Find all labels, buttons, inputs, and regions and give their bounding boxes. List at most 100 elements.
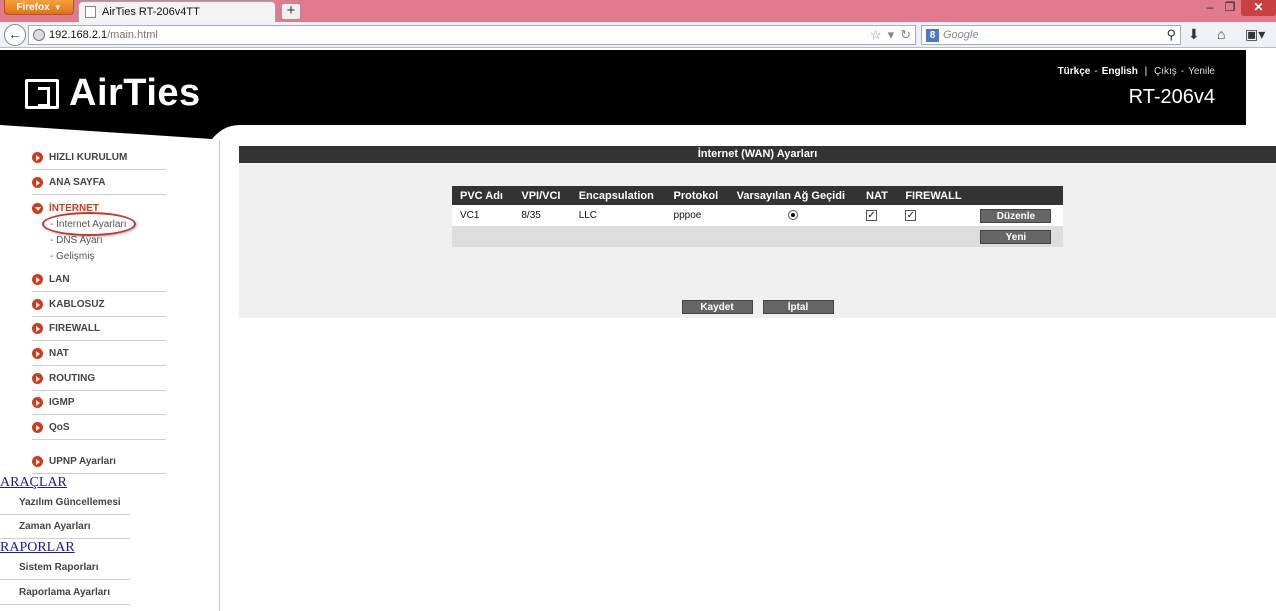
- device-model: RT-206v4: [1128, 86, 1215, 108]
- sidebar-item-igmp[interactable]: IGMP: [32, 391, 166, 415]
- save-button[interactable]: Kaydet: [681, 300, 753, 314]
- column-header: [972, 186, 1063, 205]
- sidebar-item-sistem-raporlari[interactable]: Sistem Raporları: [0, 556, 130, 580]
- firewall-checkbox[interactable]: ✓: [905, 209, 917, 221]
- back-arrow-icon[interactable]: ←: [4, 24, 26, 46]
- menu-icon[interactable]: ▣▾: [1245, 26, 1265, 43]
- arrow-right-icon: [32, 422, 43, 433]
- sidebar-item-ana-sayfa[interactable]: ANA SAYFA: [32, 171, 166, 195]
- sidebar-item-routing[interactable]: ROUTING: [32, 367, 166, 391]
- sidebar-item-label: UPNP Ayarları: [49, 456, 116, 467]
- column-header: PVC Adı: [452, 186, 514, 205]
- new-tab-button[interactable]: +: [281, 3, 301, 20]
- raporlar-heading-link[interactable]: RAPORLAR: [0, 540, 75, 556]
- new-button[interactable]: Yeni: [980, 229, 1052, 244]
- download-icon[interactable]: ⬇: [1188, 26, 1200, 43]
- lang-english-link[interactable]: English: [1102, 66, 1138, 77]
- search-bar[interactable]: 8 Google ⚲: [921, 25, 1181, 45]
- sidebar-item-label: ROUTING: [49, 373, 96, 384]
- form-buttons: Kaydet İptal: [239, 300, 1276, 314]
- url-path: /main.html: [107, 29, 158, 41]
- arrow-right-icon: [32, 373, 43, 384]
- lang-turkish-link[interactable]: Türkçe: [1058, 66, 1091, 77]
- column-header: VPI/VCI: [513, 186, 571, 205]
- edit-cell: Düzenle: [972, 205, 1063, 226]
- chevron-down-icon: ▼: [53, 2, 62, 12]
- minimize-icon[interactable]: –: [1200, 0, 1220, 16]
- url-host: 192.168.2.1: [49, 29, 108, 41]
- sidebar-item-yazilim-guncellemesi[interactable]: Yazılım Güncellemesi: [0, 491, 130, 515]
- url-tools: ☆ ▾ ↻: [870, 27, 911, 43]
- table-header-row: PVC Adı VPI/VCI Encapsulation Protokol V…: [452, 186, 1063, 205]
- separator: |: [1141, 66, 1150, 77]
- dropdown-icon[interactable]: ▾: [888, 27, 895, 43]
- airties-logo: AirTies: [25, 72, 201, 115]
- browser-tab-bar: Firefox ▼ AirTies RT-206v4TT + – ❐ ✕: [0, 0, 1276, 22]
- page-title: İnternet (WAN) Ayarları: [239, 146, 1276, 163]
- sidebar-item-qos[interactable]: QoS: [32, 416, 166, 440]
- sidebar-item-firewall[interactable]: FIREWALL: [32, 317, 166, 341]
- column-header: Protokol: [665, 186, 729, 205]
- arrow-right-icon: [32, 397, 43, 408]
- new-cell: Yeni: [972, 226, 1063, 247]
- column-header: FIREWALL: [897, 186, 973, 205]
- protocol-value: pppoe: [665, 205, 729, 226]
- nat-checkbox[interactable]: ✓: [866, 209, 878, 221]
- page-icon: [85, 6, 96, 18]
- wan-settings-panel: İnternet (WAN) Ayarları PVC Adı VPI/VCI …: [239, 146, 1276, 318]
- star-icon[interactable]: ☆: [870, 27, 882, 43]
- sidebar-item-upnp[interactable]: UPNP Ayarları: [32, 450, 166, 474]
- arrow-right-icon: [32, 299, 43, 310]
- firefox-menu-button[interactable]: Firefox ▼: [4, 0, 74, 15]
- cancel-button[interactable]: İptal: [762, 300, 834, 314]
- separator: -: [1094, 66, 1098, 77]
- sidebar-item-label: HIZLI KURULUM: [49, 152, 128, 163]
- sidebar-item-lan[interactable]: LAN: [32, 268, 166, 292]
- submenu-gelismis[interactable]: - Gelişmiş: [50, 251, 94, 262]
- arrow-right-icon: [32, 152, 43, 163]
- arrow-right-icon: [32, 323, 43, 334]
- header-links: Türkçe - English | Çıkış - Yenile: [1058, 66, 1215, 77]
- home-icon[interactable]: ⌂: [1217, 26, 1225, 42]
- sidebar-item-label: ANA SAYFA: [49, 177, 106, 188]
- arrow-right-icon: [32, 177, 43, 188]
- sidebar-item-label: LAN: [49, 274, 70, 285]
- submenu-dns-ayari[interactable]: - DNS Ayarı: [50, 235, 103, 246]
- browser-tab[interactable]: AirTies RT-206v4TT: [78, 1, 276, 22]
- logout-link[interactable]: Çıkış: [1154, 66, 1177, 77]
- arrow-right-icon: [32, 274, 43, 285]
- column-header: Encapsulation: [570, 186, 666, 205]
- url-bar[interactable]: 192.168.2.1 /main.html ☆ ▾ ↻: [28, 25, 916, 45]
- table-row: Yeni: [452, 226, 1063, 247]
- separator: -: [1180, 66, 1185, 77]
- default-gateway-cell: [728, 205, 859, 226]
- nat-cell: ✓: [858, 205, 898, 226]
- firefox-menu-label: Firefox: [16, 1, 50, 13]
- vpi-vci-value: 8/35: [513, 205, 571, 226]
- router-header: AirTies Türkçe - English | Çıkış - Yenil…: [0, 50, 1246, 125]
- sidebar-item-label: KABLOSUZ: [49, 299, 105, 310]
- araclar-heading-link[interactable]: ARAÇLAR: [0, 475, 67, 491]
- close-icon[interactable]: ✕: [1241, 0, 1276, 16]
- sidebar-item-kablosuz[interactable]: KABLOSUZ: [32, 293, 166, 317]
- sidebar-item-label: QoS: [49, 422, 70, 433]
- sidebar-item-hizli-kurulum[interactable]: HIZLI KURULUM: [32, 146, 166, 170]
- sidebar-item-label: FIREWALL: [49, 323, 101, 334]
- search-icon[interactable]: ⚲: [1166, 27, 1176, 43]
- firewall-cell: ✓: [897, 205, 973, 226]
- maximize-icon[interactable]: ❐: [1220, 0, 1240, 16]
- refresh-link[interactable]: Yenile: [1188, 66, 1215, 77]
- search-placeholder: Google: [943, 29, 979, 41]
- column-header: NAT: [858, 186, 898, 205]
- sidebar-item-zaman-ayarlari[interactable]: Zaman Ayarları: [0, 515, 130, 539]
- sidebar-item-nat[interactable]: NAT: [32, 342, 166, 366]
- search-engine-icon[interactable]: 8: [926, 28, 939, 42]
- sidebar-item-label: IGMP: [49, 397, 75, 408]
- reload-icon[interactable]: ↻: [900, 27, 911, 43]
- edit-button[interactable]: Düzenle: [980, 208, 1052, 223]
- globe-icon: [33, 29, 45, 41]
- default-gateway-radio[interactable]: [788, 210, 799, 221]
- tab-title: AirTies RT-206v4TT: [102, 6, 200, 18]
- browser-nav-bar: ← 192.168.2.1 /main.html ☆ ▾ ↻ 8 Google …: [0, 22, 1276, 48]
- sidebar-item-raporlama-ayarlari[interactable]: Raporlama Ayarları: [0, 581, 130, 605]
